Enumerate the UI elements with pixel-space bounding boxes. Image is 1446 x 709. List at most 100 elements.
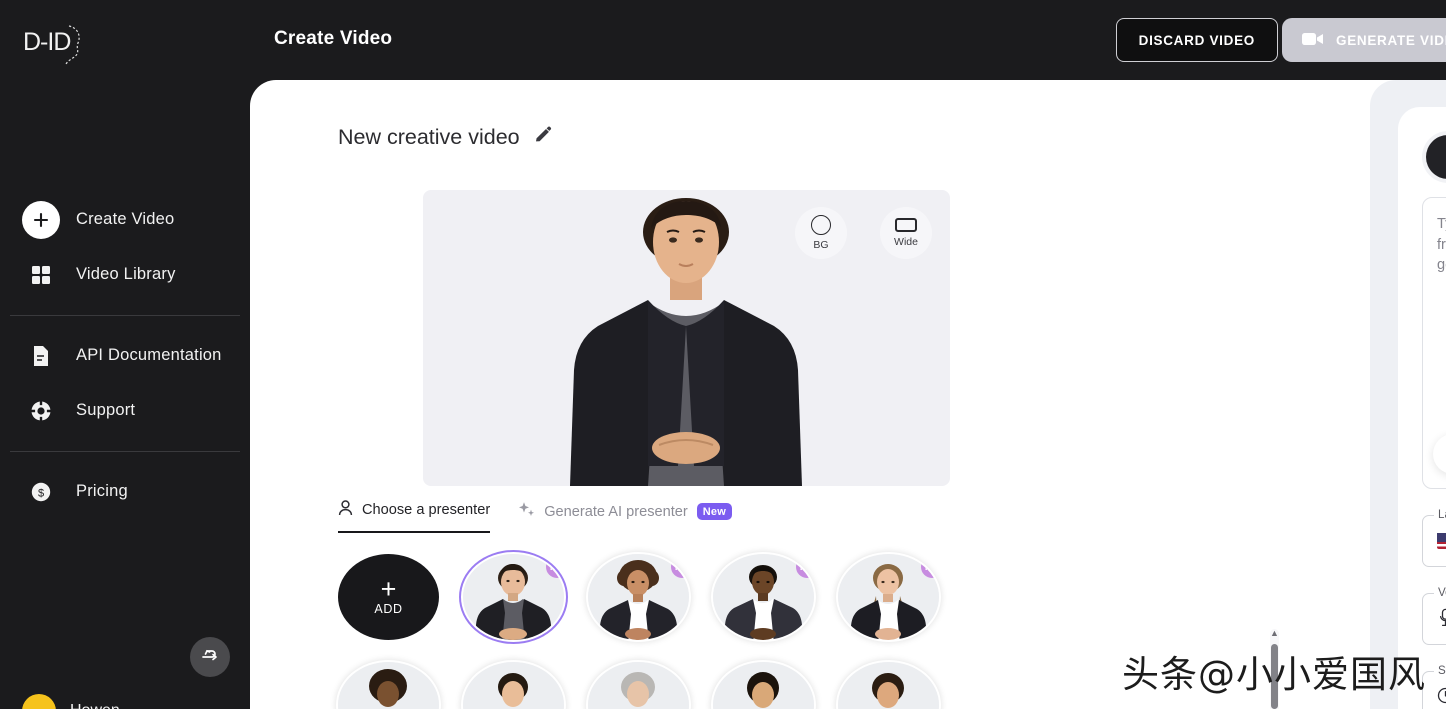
tab-choose-a-presenter[interactable]: Choose a presenter (338, 500, 491, 533)
circle-icon (811, 215, 831, 235)
generate-video-button[interactable]: GENERATE VIDEO (1282, 18, 1446, 62)
sidebar-item-api-documentation[interactable]: API Documentation (0, 328, 250, 383)
preview-wide-button[interactable]: Wide (880, 207, 932, 259)
language-value-row: English (United Stat... (1437, 533, 1446, 550)
list-item: HQ (838, 554, 939, 640)
tab-label: Choose a presenter (362, 502, 491, 518)
presenter-option[interactable] (838, 662, 939, 709)
scroll-up-arrow-icon[interactable]: ▲ (1270, 629, 1279, 638)
styles-value-row: Assistant (1437, 687, 1446, 708)
hq-badge: HQ (671, 556, 689, 578)
status-badge: New (696, 503, 732, 520)
presenter-option[interactable]: HQ (463, 554, 564, 640)
sidebar-item-create-video[interactable]: Create Video (0, 192, 250, 247)
video-camera-icon (1302, 31, 1324, 50)
presenter-thumb-8 (713, 662, 814, 709)
sidebar-item-pricing[interactable]: $ Pricing (0, 464, 250, 519)
user-name: Howen (70, 702, 120, 709)
dollar-circle-icon: $ (22, 473, 60, 511)
tab-label: Generate AI presenter (544, 503, 688, 520)
svg-text:D-ID: D-ID (23, 28, 70, 56)
presenter-option[interactable]: HQ (713, 554, 814, 640)
sidebar-divider-1 (10, 315, 240, 316)
hq-badge: HQ (546, 556, 564, 578)
presenter-scrollbar[interactable] (1270, 629, 1279, 709)
sidebar-item-video-library[interactable]: Video Library (0, 247, 250, 302)
discard-video-button[interactable]: DISCARD VIDEO (1115, 18, 1278, 62)
grid-icon (22, 256, 60, 294)
script-placeholder: Type your script here, you can start fro… (1437, 216, 1446, 274)
presenter-thumb-6 (463, 662, 564, 709)
sidebar-divider-2 (10, 451, 240, 452)
presenter-preview-image (570, 198, 802, 486)
presenter-option[interactable]: HQ (838, 554, 939, 640)
preview-wide-label: Wide (894, 236, 918, 248)
scrollbar-thumb[interactable] (1271, 644, 1278, 709)
right-panel-shell: Script Audio Type your script here, (1370, 80, 1446, 709)
script-panel: Script Audio Type your script here, (1398, 107, 1446, 709)
generate-video-label: GENERATE VIDEO (1336, 32, 1446, 48)
script-toolbar (1433, 434, 1446, 474)
person-icon (338, 500, 353, 520)
us-flag-icon (1437, 533, 1446, 549)
sidebar-item-label: Create Video (76, 210, 175, 228)
list-item: HQ (713, 554, 814, 640)
preview-bg-button[interactable]: BG (795, 207, 847, 259)
sidebar-item-label: API Documentation (76, 346, 222, 364)
hq-badge: HQ (921, 556, 939, 578)
sidebar-user[interactable]: Howen (22, 694, 120, 709)
styles-select[interactable]: Styles Assistant (1422, 664, 1446, 709)
top-bar: Create Video DISCARD VIDEO GENERATE VIDE… (250, 0, 1446, 80)
sidebar-collapse-button[interactable] (190, 637, 230, 677)
sidebar: D-ID Create Video Video Library API Docu… (0, 0, 250, 709)
video-name-text: New creative video (338, 125, 520, 149)
list-item: HQ (463, 554, 564, 640)
discard-video-label: DISCARD VIDEO (1138, 32, 1255, 48)
list-item (338, 662, 439, 709)
presenter-option[interactable] (338, 662, 439, 709)
sidebar-item-support[interactable]: Support (0, 383, 250, 438)
voices-value-row: Jenny (1437, 608, 1446, 631)
hq-badge: HQ (796, 556, 814, 578)
speaker-icon[interactable] (1433, 443, 1446, 465)
sparkle-icon (518, 501, 535, 522)
presenter-tabs: Choose a presenter Generate AI presenter… (338, 500, 732, 533)
presenter-option[interactable]: HQ (588, 554, 689, 640)
video-preview[interactable]: BG Wide (423, 190, 950, 486)
svg-text:$: $ (38, 487, 44, 499)
add-presenter-plus: + (380, 574, 397, 604)
presenter-option[interactable] (713, 662, 814, 709)
list-item (713, 662, 814, 709)
sidebar-item-label: Pricing (76, 482, 128, 500)
list-item (463, 662, 564, 709)
script-input[interactable]: Type your script here, you can start fro… (1422, 197, 1446, 489)
plus-circle-icon (22, 200, 60, 239)
language-select[interactable]: Language English (United Stat... (1422, 508, 1446, 567)
pencil-icon[interactable] (534, 126, 552, 149)
tab-generate-ai-presenter[interactable]: Generate AI presenter New (518, 501, 732, 533)
sidebar-nav: Create Video Video Library API Documenta… (0, 192, 250, 519)
list-item: + ADD (338, 554, 439, 640)
presenter-thumb-7 (588, 662, 689, 709)
sidebar-item-label: Support (76, 401, 136, 419)
presenter-option[interactable] (463, 662, 564, 709)
editor-stage: New creative video BG Wide Choose a pres… (250, 80, 1446, 709)
presenter-option[interactable] (588, 662, 689, 709)
did-logo[interactable]: D-ID (22, 20, 86, 66)
avatar (22, 694, 56, 709)
collapse-arrow-icon (201, 648, 219, 667)
styles-label: Styles (1434, 664, 1446, 677)
presenter-row (338, 662, 1038, 709)
main-column: Create Video DISCARD VIDEO GENERATE VIDE… (250, 0, 1446, 709)
document-icon (22, 337, 60, 375)
tab-script[interactable]: Script (1426, 135, 1446, 179)
sidebar-item-label: Video Library (76, 265, 176, 283)
preview-bg-label: BG (813, 239, 829, 251)
script-audio-toggle: Script Audio (1422, 131, 1446, 183)
add-presenter-button[interactable]: + ADD (338, 554, 439, 640)
rectangle-icon (895, 218, 917, 232)
lifebuoy-icon (22, 392, 60, 430)
voices-select[interactable]: Voices Jenny (1422, 586, 1446, 645)
list-item: HQ (588, 554, 689, 640)
microphone-icon (1437, 608, 1446, 631)
